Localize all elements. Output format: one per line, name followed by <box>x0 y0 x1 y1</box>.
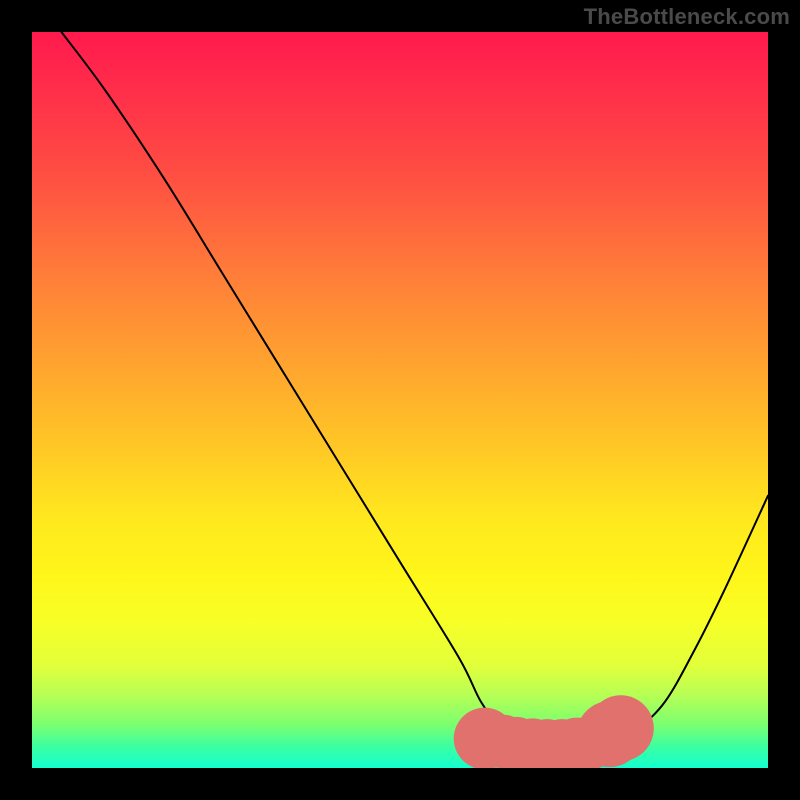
plot-area <box>32 32 768 768</box>
marker-dot <box>588 695 654 761</box>
chart-frame: TheBottleneck.com <box>0 0 800 800</box>
curve-svg <box>32 32 768 768</box>
bottleneck-curve-line <box>61 32 768 754</box>
watermark-text: TheBottleneck.com <box>584 4 790 30</box>
